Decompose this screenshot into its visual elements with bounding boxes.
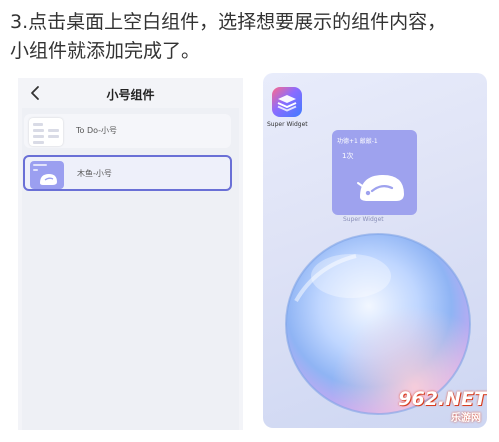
nav-bar: 小号组件: [18, 78, 243, 110]
instruction-line-2: 小组件就添加完成了。: [10, 40, 201, 62]
widget-count-text: 1次: [342, 152, 354, 160]
widget-option-todo[interactable]: To Do-小号: [24, 114, 231, 148]
widget-option-label: 木鱼-小号: [77, 169, 112, 178]
watermark-text: 乐游网: [451, 413, 481, 424]
widget-merit-text: 功德+1 敲敲-1: [337, 138, 378, 145]
instruction-line-1: 3.点击桌面上空白组件，选择想要展示的组件内容，: [10, 11, 447, 33]
widget-option-label: To Do-小号: [76, 126, 118, 135]
home-screen: Super Widget 功德+1 敲敲-1 1次 Super Widget 9…: [263, 73, 487, 428]
wooden-fish-icon: [357, 175, 404, 201]
todo-widget-thumbnail: [29, 118, 63, 146]
site-watermark: 962.NET 乐游网: [345, 388, 487, 428]
super-widget-app-icon[interactable]: [272, 87, 302, 117]
watermark-number: 962.NET: [398, 388, 487, 410]
instruction-text: 3.点击桌面上空白组件，选择想要展示的组件内容， 小组件就添加完成了。: [10, 8, 490, 66]
page-title: 小号组件: [106, 88, 155, 102]
wooden-fish-icon: [33, 164, 57, 185]
widget-picker-screen: 小号组件 To Do-小号 木鱼-小号: [18, 78, 243, 430]
widget-list: To Do-小号 木鱼-小号: [22, 108, 239, 430]
muyu-widget-thumbnail: [30, 161, 64, 189]
layers-icon: [277, 95, 297, 112]
muyu-widget[interactable]: 功德+1 敲敲-1 1次: [332, 130, 417, 215]
widget-option-muyu[interactable]: 木鱼-小号: [23, 155, 232, 191]
app-name-label: Super Widget: [267, 121, 308, 128]
widget-caption: Super Widget: [343, 216, 384, 223]
